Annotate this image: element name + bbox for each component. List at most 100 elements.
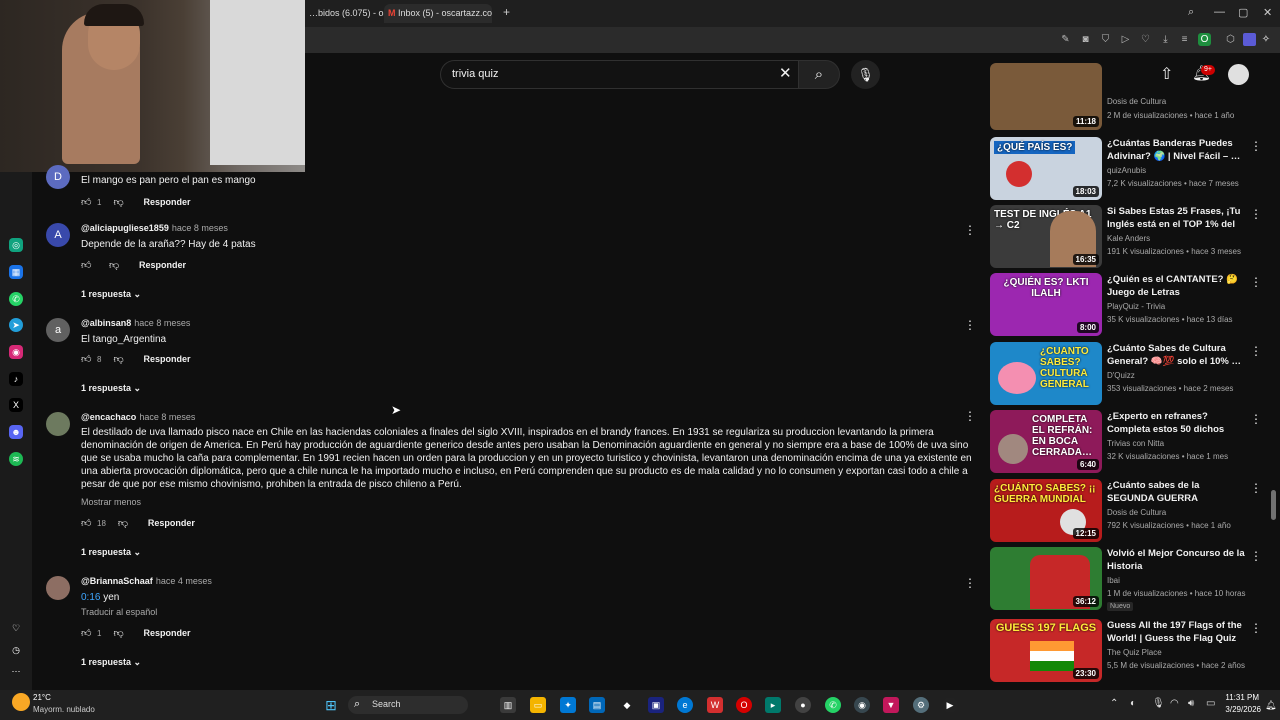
browser-tab[interactable]: …bidos (6.075) - oscarta: [305, 4, 393, 23]
more-actions-icon[interactable]: ⋮: [1250, 207, 1262, 221]
avatar[interactable]: [1228, 64, 1249, 85]
channel-name[interactable]: Dosis de Cultura: [1107, 508, 1166, 517]
channel-name[interactable]: D'Quizz: [1107, 371, 1135, 380]
settings-icon[interactable]: ⚙: [913, 697, 929, 713]
view-replies-button[interactable]: 1 respuesta ⌄: [81, 547, 141, 558]
recommended-video[interactable]: ¿CUÁNTO SABES? ¡¡ GUERRA MUNDIAL 12:15 ¿C…: [990, 479, 1265, 543]
taskbar-search[interactable]: [348, 696, 468, 714]
like-icon[interactable]: 👍︎: [81, 196, 93, 208]
recommended-video[interactable]: 11:18 Dosis de Cultura 2 M de visualizac…: [990, 63, 1265, 130]
edge-icon[interactable]: e: [677, 697, 693, 713]
more-actions-icon[interactable]: ⋮: [964, 223, 976, 237]
search-input[interactable]: [452, 64, 772, 84]
channel-name[interactable]: Trivias con Nitta: [1107, 439, 1164, 448]
comment-author[interactable]: @aliciapugliese1859 hace 8 meses: [81, 223, 228, 233]
copilot-icon[interactable]: ✦: [560, 697, 576, 713]
video-thumbnail[interactable]: ¿QUÉ PAÍS ES? 18:03: [990, 137, 1102, 200]
x-icon[interactable]: X: [9, 398, 23, 412]
recommended-video[interactable]: ¿CUANTO SABES? CULTURA GENERAL ¿Cuánto S…: [990, 342, 1265, 406]
weather-desc[interactable]: Mayorm. nublado: [33, 705, 95, 714]
whatsapp-icon[interactable]: ✆: [9, 292, 23, 306]
whatsapp-taskbar-icon[interactable]: ✆: [825, 697, 841, 713]
author-name[interactable]: @encachaco: [81, 412, 136, 422]
author-name[interactable]: @aliciapugliese1859: [81, 223, 169, 233]
new-tab-button[interactable]: +: [503, 5, 510, 19]
favorites-icon[interactable]: ♡: [9, 621, 23, 635]
spotify-icon[interactable]: ≋: [9, 452, 23, 466]
dislike-icon[interactable]: 👎︎: [113, 627, 125, 639]
video-thumbnail[interactable]: ¿CUÁNTO SABES? ¡¡ GUERRA MUNDIAL 12:15: [990, 479, 1102, 542]
visual-studio-icon[interactable]: ▣: [648, 697, 664, 713]
app-icon[interactable]: ▦: [9, 265, 23, 279]
video-thumbnail[interactable]: 11:18: [990, 63, 1102, 130]
more-actions-icon[interactable]: ⋮: [1250, 549, 1262, 563]
recommended-video[interactable]: ¿QUIÉN ES? LKTI ILALH 8:00 ¿Quién es el C…: [990, 273, 1265, 337]
recommended-video[interactable]: GUESS 197 FLAGS 23:30 Guess All the 197 F…: [990, 619, 1265, 683]
comment-avatar[interactable]: a: [46, 318, 70, 342]
upload-icon[interactable]: ⇧: [1160, 64, 1173, 84]
reply-button[interactable]: Responder: [148, 518, 195, 528]
like-icon[interactable]: 👍︎: [81, 517, 93, 529]
recommended-video[interactable]: 36:12 Volvió el Mejor Concurso de la His…: [990, 547, 1265, 611]
more-actions-icon[interactable]: ⋮: [1250, 275, 1262, 289]
dislike-icon[interactable]: 👎︎: [118, 517, 130, 529]
browser-tab-inbox[interactable]: M Inbox (5) - oscartazz.conto: [384, 4, 492, 23]
show-less-button[interactable]: Mostrar menos: [81, 496, 976, 509]
timestamp-link[interactable]: 0:16: [81, 592, 100, 603]
download-icon[interactable]: ⤓: [1159, 33, 1172, 46]
store-icon[interactable]: ▤: [589, 697, 605, 713]
channel-name[interactable]: Ibai: [1107, 576, 1120, 585]
edit-icon[interactable]: ✎: [1059, 33, 1072, 46]
reply-button[interactable]: Responder: [143, 628, 190, 638]
comment-avatar[interactable]: A: [46, 223, 70, 247]
comment-avatar[interactable]: [46, 412, 70, 436]
channel-name[interactable]: quizAnubis: [1107, 166, 1146, 175]
app-taskbar-icon[interactable]: ◉: [854, 697, 870, 713]
tray-app-icon[interactable]: ◐: [1130, 698, 1136, 709]
view-replies-button[interactable]: 1 respuesta ⌄: [81, 289, 141, 300]
notification-center-icon[interactable]: 🔔︎: [1265, 700, 1276, 711]
chatgpt-icon[interactable]: ◎: [9, 238, 23, 252]
cube-icon[interactable]: ⬡: [1224, 33, 1237, 46]
weather-icon[interactable]: [12, 693, 30, 711]
video-thumbnail[interactable]: 36:12: [990, 547, 1102, 610]
more-actions-icon[interactable]: ⋮: [964, 409, 976, 423]
ai-icon[interactable]: ✧: [1257, 33, 1275, 46]
maximize-icon[interactable]: ▢: [1238, 6, 1248, 19]
video-thumbnail[interactable]: ¿CUANTO SABES? CULTURA GENERAL: [990, 342, 1102, 405]
task-view-icon[interactable]: ▥: [500, 697, 516, 713]
recommended-video[interactable]: TEST DE INGLÉS A1 → C2 16:35 Si Sabes Est…: [990, 205, 1265, 269]
search-button[interactable]: ⌕: [798, 60, 840, 89]
comment-author[interactable]: @encachaco hace 8 meses: [81, 412, 195, 422]
video-title[interactable]: ¿Cuánto Sabes de Cultura General? 🧠💯 sol…: [1107, 342, 1245, 368]
more-icon[interactable]: ⋯: [9, 664, 23, 678]
dropbox-icon[interactable]: ◆: [619, 697, 635, 713]
weather-temp[interactable]: 21°C: [33, 693, 51, 702]
telegram-icon[interactable]: ➤: [9, 318, 23, 332]
clock-time[interactable]: 11:31 PM: [1225, 693, 1259, 702]
tray-chevron-icon[interactable]: ⌃: [1110, 698, 1118, 709]
comment-author[interactable]: @BriannaSchaaf hace 4 meses: [81, 576, 212, 586]
tiktok-icon[interactable]: ♪: [9, 372, 23, 386]
dislike-icon[interactable]: 👎︎: [113, 196, 125, 208]
more-actions-icon[interactable]: ⋮: [964, 318, 976, 332]
video-thumbnail[interactable]: GUESS 197 FLAGS 23:30: [990, 619, 1102, 682]
voice-search-button[interactable]: 🎙: [851, 60, 880, 89]
clear-search-icon[interactable]: ✕: [779, 64, 792, 84]
comment-time[interactable]: hace 8 meses: [139, 412, 195, 422]
instagram-icon[interactable]: ◉: [9, 345, 23, 359]
reply-button[interactable]: Responder: [143, 197, 190, 207]
close-window-icon[interactable]: ✕: [1263, 6, 1272, 19]
recommended-video[interactable]: COMPLETA EL REFRÁN: EN BOCA CERRADA… 6:40…: [990, 410, 1265, 474]
channel-name[interactable]: PlayQuiz - Trivia: [1107, 302, 1165, 311]
camera-icon[interactable]: ◙: [1079, 33, 1092, 46]
channel-name[interactable]: The Quiz Place: [1107, 648, 1162, 657]
comment-avatar[interactable]: D: [46, 165, 70, 189]
opera-icon[interactable]: O: [736, 697, 752, 713]
like-icon[interactable]: 👍︎: [81, 627, 93, 639]
discord-icon[interactable]: ☻: [9, 425, 23, 439]
search-tabs-icon[interactable]: ⌕: [1188, 6, 1194, 19]
video-title[interactable]: ¿Quién es el CANTANTE? 🤔 Juego de Letras…: [1107, 273, 1245, 299]
battery-icon[interactable]: ▭: [1206, 698, 1215, 709]
video-title[interactable]: Guess All the 197 Flags of the World! | …: [1107, 619, 1245, 645]
